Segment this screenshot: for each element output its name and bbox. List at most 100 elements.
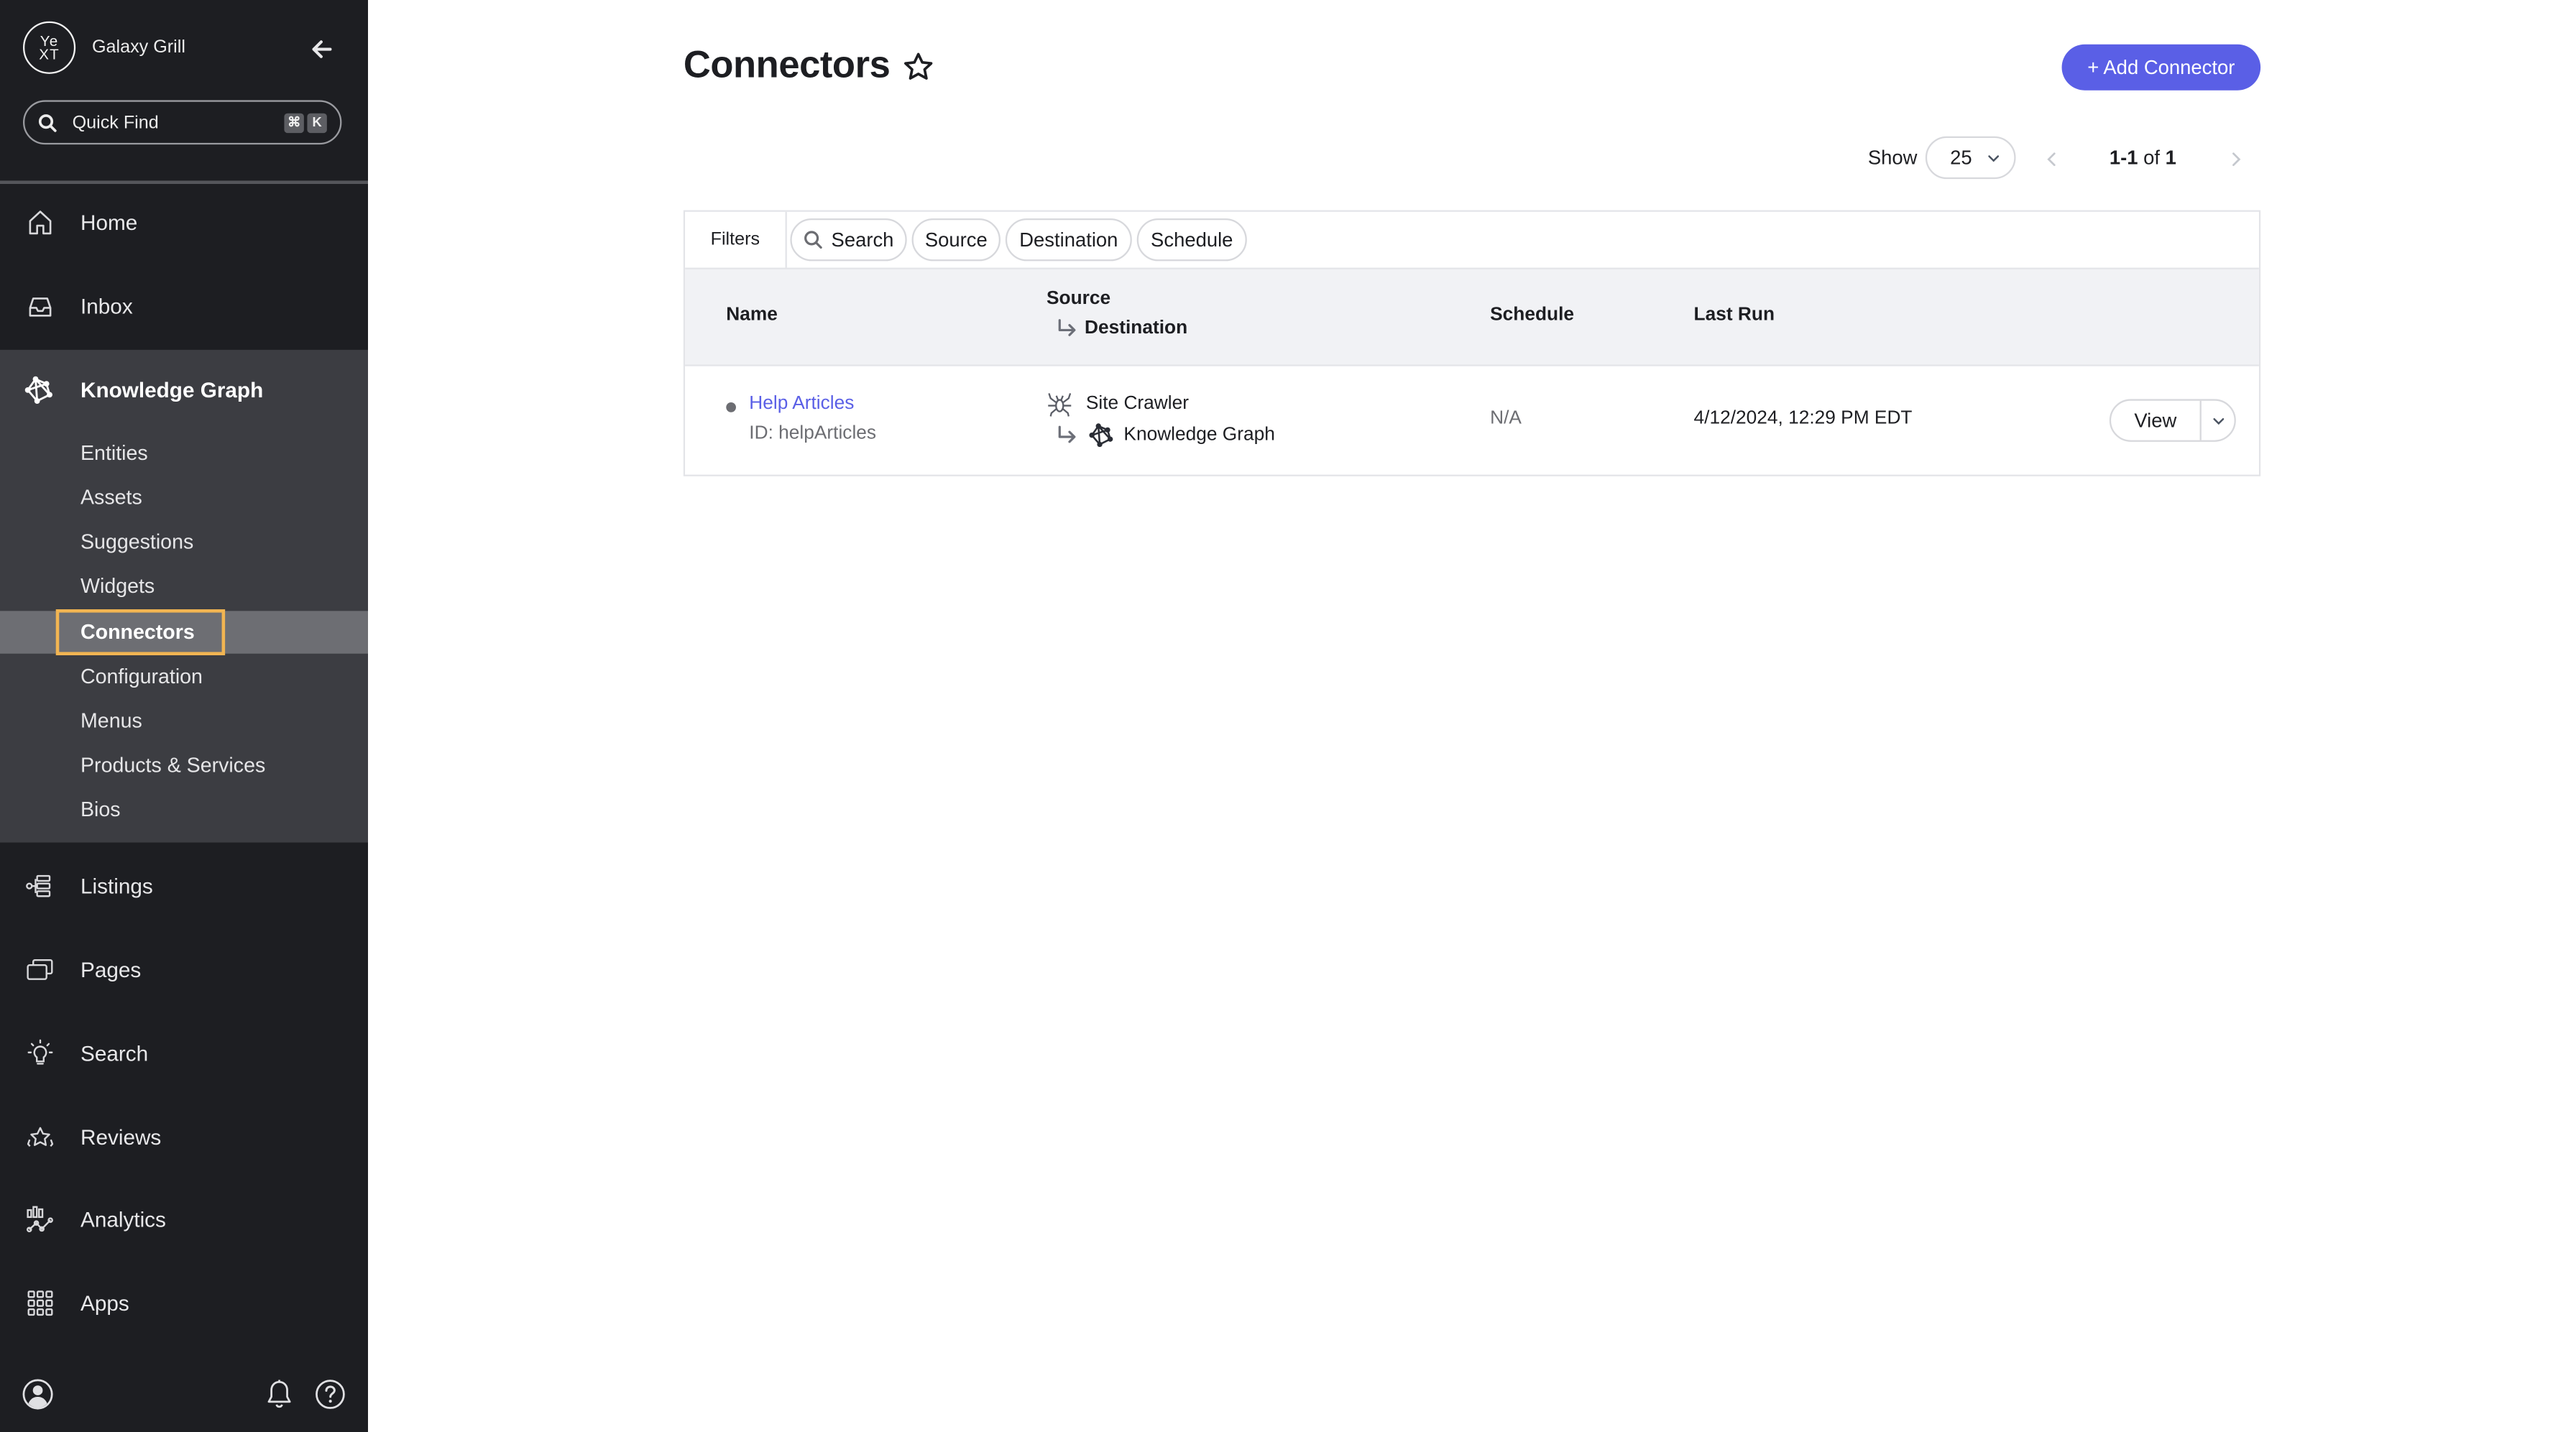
sidebar-item-apps[interactable]: Apps <box>0 1261 368 1343</box>
sidebar-item-pages[interactable]: Pages <box>0 928 368 1010</box>
sidebar-subitem-products-services[interactable]: Products & Services <box>0 744 368 786</box>
sidebar-item-label: Search <box>80 1040 149 1066</box>
account-name: Galaxy Grill <box>91 37 185 57</box>
sidebar-footer <box>0 1373 368 1415</box>
sidebar-subitem-connectors[interactable]: Connectors <box>0 611 368 654</box>
sidebar-item-label: Analytics <box>80 1206 166 1232</box>
sidebar-subitem-configuration[interactable]: Configuration <box>0 655 368 698</box>
last-run-value: 4/12/2024, 12:29 PM EDT <box>1693 409 1913 429</box>
reviews-star-icon <box>27 1126 54 1146</box>
chevron-down-icon <box>1989 154 2000 162</box>
sidebar-item-label: Reviews <box>80 1124 162 1149</box>
filter-bar: Filters Search Source Destination Schedu… <box>685 211 2259 269</box>
filter-chip-search[interactable]: Search <box>790 218 907 262</box>
of-label: of <box>2143 146 2161 170</box>
column-header-last-run: Last Run <box>1693 305 1775 325</box>
sidebar-subitem-menus[interactable]: Menus <box>0 700 368 742</box>
knowledge-graph-icon <box>24 375 52 403</box>
star-icon <box>904 52 933 80</box>
logo-text-bottom: XT <box>39 45 60 63</box>
return-arrow-icon <box>1058 319 1076 336</box>
spider-icon <box>1048 393 1072 417</box>
add-connector-button[interactable]: + Add Connector <box>2061 44 2261 91</box>
connector-name-link[interactable]: Help Articles <box>749 394 854 414</box>
sidebar-item-label: Pages <box>80 956 142 981</box>
listings-icon <box>26 874 51 897</box>
chevron-right-icon <box>2232 152 2241 167</box>
filter-chip-schedule[interactable]: Schedule <box>1136 218 1247 262</box>
sidebar-subitem-label: Configuration <box>80 665 203 688</box>
destination-name: Knowledge Graph <box>1123 425 1275 445</box>
filter-chip-source[interactable]: Source <box>911 218 1000 262</box>
sidebar-subitem-label: Widgets <box>80 574 155 598</box>
filter-chip-label: Destination <box>1019 228 1118 251</box>
connectors-table: Filters Search Source Destination Schedu… <box>683 210 2261 476</box>
sidebar-subitem-label: Connectors <box>80 620 195 644</box>
sidebar-subitem-label: Products & Services <box>80 754 266 777</box>
sidebar-subitem-entities[interactable]: Entities <box>0 432 368 474</box>
search-icon <box>38 113 57 131</box>
page-title: Connectors <box>683 42 891 86</box>
next-page-button[interactable] <box>2226 148 2245 167</box>
previous-page-button[interactable] <box>2042 148 2061 167</box>
sidebar-item-label: Home <box>80 209 138 234</box>
sidebar-item-home[interactable]: Home <box>0 180 368 262</box>
filter-chip-destination[interactable]: Destination <box>1005 218 1132 262</box>
yext-logo: Ye XT <box>22 21 76 74</box>
sidebar-subitem-assets[interactable]: Assets <box>0 476 368 519</box>
column-header-destination: Destination <box>1057 318 1187 338</box>
chevron-left-icon <box>2047 152 2056 167</box>
pagination-info: 1-1 of 1 <box>2110 146 2176 169</box>
sidebar-item-inbox[interactable]: Inbox <box>0 264 368 346</box>
shortcut-key-k: K <box>307 112 327 132</box>
column-header-destination-label: Destination <box>1085 318 1188 338</box>
inbox-icon <box>29 296 52 316</box>
column-header-source: Source <box>1046 289 1111 309</box>
source-name: Site Crawler <box>1085 394 1190 414</box>
page-size-select[interactable]: 25 <box>1925 136 2016 180</box>
return-arrow-icon <box>1058 425 1076 443</box>
sidebar-subitem-label: Suggestions <box>80 530 194 554</box>
sidebar-subitem-label: Bios <box>80 798 121 821</box>
sidebar-item-listings[interactable]: Listings <box>0 844 368 926</box>
sidebar-item-knowledge-graph[interactable]: Knowledge Graph <box>0 348 368 430</box>
status-dot <box>726 402 736 412</box>
sidebar-item-reviews[interactable]: Reviews <box>0 1096 368 1178</box>
filter-chip-label: Schedule <box>1151 228 1233 251</box>
knowledge-graph-icon <box>1089 423 1113 448</box>
shortcut-key-cmd: ⌘ <box>284 112 304 132</box>
sidebar-subitem-label: Menus <box>80 709 142 733</box>
filter-chip-label: Source <box>924 228 988 251</box>
brand: Ye XT Galaxy Grill <box>22 21 185 74</box>
quick-find-input[interactable]: Quick Find ⌘ K <box>22 100 342 145</box>
view-options-dropdown[interactable] <box>2202 401 2235 440</box>
help-button[interactable] <box>314 1378 347 1411</box>
show-label: Show <box>1867 146 1918 170</box>
sidebar-subitem-bios[interactable]: Bios <box>0 788 368 831</box>
chevron-down-icon <box>2212 417 2224 424</box>
view-button[interactable]: View <box>2111 400 2202 440</box>
arrow-left-icon <box>312 40 332 58</box>
favorite-button[interactable] <box>901 50 937 86</box>
sidebar-item-label: Inbox <box>80 292 133 318</box>
schedule-value: N/A <box>1490 409 1522 429</box>
user-avatar-icon <box>22 1379 53 1410</box>
sidebar-subitem-suggestions[interactable]: Suggestions <box>0 521 368 563</box>
bell-icon <box>267 1380 291 1408</box>
table-row: Help Articles ID: helpArticles Site Craw… <box>685 366 2259 475</box>
sidebar-item-search[interactable]: Search <box>0 1012 368 1094</box>
filter-chip-label: Search <box>831 228 894 251</box>
pages-icon <box>27 958 53 979</box>
connector-id: ID: helpArticles <box>749 423 877 444</box>
collapse-sidebar-button[interactable] <box>305 33 339 66</box>
column-header-schedule: Schedule <box>1490 305 1575 325</box>
notifications-button[interactable] <box>263 1378 296 1411</box>
quick-find-placeholder: Quick Find <box>72 112 159 132</box>
column-header-name: Name <box>726 305 778 325</box>
view-split-button: View <box>2109 399 2236 442</box>
source-cell: Site Crawler <box>1046 391 1189 417</box>
sidebar-subitem-label: Assets <box>80 486 142 509</box>
sidebar-item-analytics[interactable]: Analytics <box>0 1178 368 1260</box>
user-avatar-button[interactable] <box>22 1378 55 1411</box>
sidebar-subitem-widgets[interactable]: Widgets <box>0 565 368 607</box>
